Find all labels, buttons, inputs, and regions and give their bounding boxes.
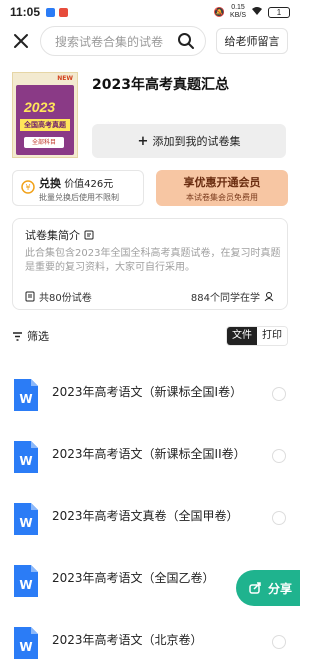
users-icon [264, 292, 274, 302]
tab-print[interactable]: 打印 [257, 327, 287, 345]
document-title: 2023年高考语文（北京卷） [52, 633, 203, 647]
vip-card[interactable]: 享优惠开通会员 本试卷集会员免费用 [156, 170, 288, 206]
exchange-label: 兑换 [39, 177, 61, 190]
cover-body: 2023 全国高考真题 全部科目 [16, 85, 74, 155]
search-placeholder: 搜索试卷合集的试卷 [55, 34, 164, 49]
close-button[interactable] [10, 30, 32, 52]
close-icon [14, 34, 28, 48]
word-doc-icon: W [14, 503, 38, 535]
document-title: 2023年高考语文（新课标全国I卷） [52, 385, 243, 399]
select-radio[interactable] [272, 511, 286, 525]
select-radio[interactable] [272, 387, 286, 401]
wifi-icon [251, 6, 263, 18]
document-list-item[interactable]: W 2023年高考语文真卷（全国甲卷） [0, 489, 300, 545]
intro-box: 试卷集简介 此合集包含2023年全国全科高考真题试卷，在复习时真题是重要的复习资… [12, 218, 288, 310]
share-icon [249, 582, 261, 594]
filter-row: 筛选 文件 打印 [12, 326, 288, 346]
notification-icons [46, 7, 69, 17]
cover-subtitle: 全部科目 [24, 137, 64, 148]
word-doc-icon: W [14, 565, 38, 597]
collection-cover: NEW 2023 全国高考真题 全部科目 [12, 72, 78, 158]
document-list-item[interactable]: W 2023年高考语文（北京卷） [0, 613, 300, 669]
svg-text:W: W [19, 640, 32, 654]
filter-icon [13, 331, 22, 341]
exchange-card[interactable]: ¥ 兑换 价值426元 批量兑换后使用不限制 [12, 170, 144, 206]
search-icon[interactable] [177, 32, 195, 50]
cover-title: 全国高考真题 [20, 119, 70, 131]
files-icon [25, 291, 35, 302]
document-list-item[interactable]: W 2023年高考语文（新课标全国I卷） [0, 365, 300, 421]
word-doc-icon: W [14, 627, 38, 659]
svg-text:¥: ¥ [25, 183, 30, 192]
share-button[interactable]: 分享 [236, 570, 300, 606]
coin-icon: ¥ [21, 180, 35, 194]
app-notification-icon [46, 7, 56, 17]
vip-label: 享优惠开通会员 [183, 176, 261, 189]
paper-count: 共80份试卷 [25, 289, 92, 304]
document-title: 2023年高考语文真卷（全国甲卷） [52, 509, 239, 523]
status-bar: 11:05 🔕 0.15 KB/S 1 [0, 0, 300, 24]
battery-icon: 1 [268, 6, 290, 18]
learners-count: 884个同学在学 [191, 289, 275, 304]
document-list-item[interactable]: W 2023年高考语文（新课标全国II卷） [0, 427, 300, 483]
svg-text:W: W [19, 392, 32, 406]
cover-year: 2023 [24, 99, 56, 115]
note-icon [84, 230, 94, 240]
app-notification-icon [59, 7, 69, 17]
message-teacher-button[interactable]: 给老师留言 [216, 28, 288, 54]
add-to-collection-button[interactable]: + 添加到我的试卷集 [92, 124, 286, 158]
word-doc-icon: W [14, 441, 38, 473]
svg-text:W: W [19, 454, 32, 468]
select-radio[interactable] [272, 449, 286, 463]
page-title: 2023年高考真题汇总 [92, 77, 229, 93]
exchange-note: 批量兑换后使用不限制 [39, 193, 119, 202]
document-title: 2023年高考语文（全国乙卷） [52, 571, 215, 585]
svg-text:W: W [19, 516, 32, 530]
mute-icon: 🔕 [213, 6, 226, 17]
cover-badge: NEW [13, 73, 77, 85]
select-radio[interactable] [272, 635, 286, 649]
tab-file[interactable]: 文件 [227, 327, 257, 345]
system-status: 🔕 0.15 KB/S 1 [214, 4, 290, 20]
add-button-label: 添加到我的试卷集 [152, 135, 241, 148]
document-title: 2023年高考语文（新课标全国II卷） [52, 447, 246, 461]
filter-button[interactable]: 筛选 [12, 328, 49, 344]
network-speed: 0.15 KB/S [230, 4, 246, 19]
search-input[interactable]: 搜索试卷合集的试卷 [40, 26, 206, 56]
vip-note: 本试卷集会员免费用 [186, 193, 258, 202]
svg-text:W: W [19, 578, 32, 592]
status-time: 11:05 [10, 5, 41, 19]
intro-title: 试卷集简介 [25, 227, 94, 243]
exchange-price: 价值426元 [64, 179, 114, 190]
plus-icon: + [137, 133, 149, 149]
view-toggle: 文件 打印 [226, 326, 288, 346]
word-doc-icon: W [14, 379, 38, 411]
top-nav: 搜索试卷合集的试卷 给老师留言 [0, 24, 300, 60]
intro-text: 此合集包含2023年全国全科高考真题试卷，在复习时真题是重要的复习资料，大家可自… [25, 248, 281, 273]
